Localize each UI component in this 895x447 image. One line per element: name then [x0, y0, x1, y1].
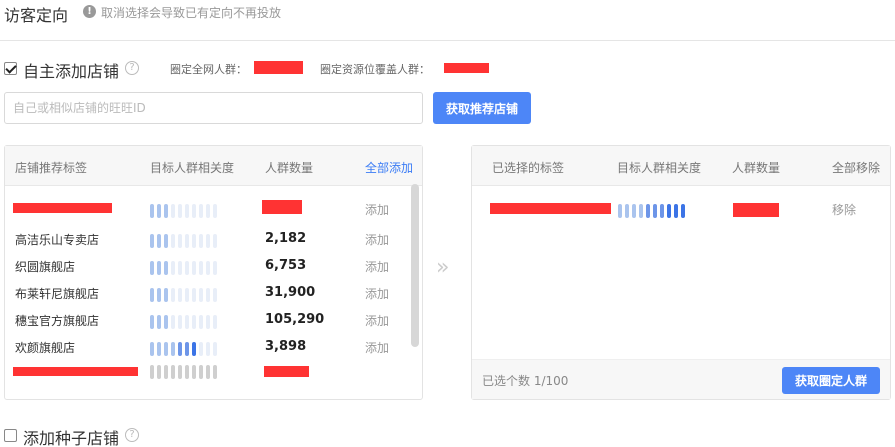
add-link[interactable]: 添加	[365, 258, 389, 275]
seed-shop-label: 添加种子店铺	[23, 429, 120, 447]
scrollbar[interactable]	[411, 184, 419, 347]
col-selected-tag: 已选择的标签	[492, 161, 565, 175]
header-divider	[0, 40, 895, 41]
table-row: 欢颜旗舰店 3,898 添加	[5, 334, 422, 361]
col-relevance: 目标人群相关度	[617, 161, 702, 175]
table-row: 添加	[5, 200, 422, 227]
get-recommended-shops-button[interactable]: 获取推荐店铺	[433, 92, 531, 124]
audience-count: 6,753	[265, 258, 307, 273]
table-row: 布莱轩尼旗舰店 31,900 添加	[5, 280, 422, 307]
redacted-shop-name	[13, 367, 138, 376]
add-link[interactable]: 添加	[365, 201, 389, 218]
table-row: 穗宝官方旗舰店 105,290 添加	[5, 307, 422, 334]
add-link[interactable]: 添加	[365, 312, 389, 329]
add-link[interactable]: 添加	[365, 339, 389, 356]
table-row: 移除	[472, 200, 890, 227]
self-add-checkbox[interactable]	[4, 62, 17, 75]
redacted-count	[262, 200, 302, 214]
add-link[interactable]: 添加	[365, 231, 389, 248]
relevance-bars	[150, 365, 217, 379]
table-row: 高洁乐山专卖店 2,182 添加	[5, 226, 422, 253]
add-link[interactable]: 添加	[365, 285, 389, 302]
shop-name: 欢颜旗舰店	[15, 341, 76, 355]
remove-all-link[interactable]: 全部移除	[832, 159, 880, 176]
audience-count: 105,290	[265, 312, 325, 327]
relevance-bars	[150, 342, 217, 356]
col-audience-count: 人群数量	[732, 161, 781, 175]
audience-count: 3,898	[265, 339, 307, 354]
selected-tags-panel: 已选择的标签 目标人群相关度 人群数量 全部移除 移除 已选个数 1/100 获…	[471, 145, 891, 400]
relevance-bars	[150, 288, 217, 302]
selected-tags-header: 已选择的标签 目标人群相关度 人群数量 全部移除	[472, 146, 890, 186]
self-add-label: 自主添加店铺	[23, 62, 120, 81]
fixed-network-label: 圈定全网人群：	[170, 63, 247, 76]
double-chevron-right-icon: »	[436, 255, 450, 280]
table-row	[5, 361, 422, 388]
shop-name: 穗宝官方旗舰店	[15, 314, 100, 328]
remove-link[interactable]: 移除	[832, 201, 856, 218]
relevance-bars	[150, 261, 217, 275]
selected-count: 已选个数 1/100	[482, 374, 569, 388]
table-row: 织圆旗舰店 6,753 添加	[5, 253, 422, 280]
redacted-tag-name	[490, 203, 611, 214]
shop-name: 高洁乐山专卖店	[15, 233, 100, 247]
redacted-network-count	[254, 61, 303, 74]
redacted-count	[264, 366, 309, 377]
add-all-link[interactable]: 全部添加	[365, 159, 413, 176]
fixed-resource-label: 圈定资源位覆盖人群：	[320, 63, 430, 76]
question-icon[interactable]: ?	[125, 61, 139, 75]
relevance-bars	[618, 204, 685, 218]
shop-name: 织圆旗舰店	[15, 260, 76, 274]
relevance-bars	[150, 204, 217, 218]
col-audience-count: 人群数量	[265, 161, 314, 175]
header-tip: 取消选择会导致已有定向不再投放	[101, 6, 282, 20]
redacted-resource-count	[444, 63, 489, 73]
relevance-bars	[150, 315, 217, 329]
get-fixed-audience-button[interactable]: 获取圈定人群	[782, 367, 880, 394]
seed-shop-checkbox[interactable]	[4, 429, 17, 442]
col-relevance: 目标人群相关度	[150, 161, 235, 175]
audience-count: 2,182	[265, 231, 307, 246]
relevance-bars	[150, 234, 217, 248]
audience-count: 31,900	[265, 285, 316, 300]
recommended-shops-header: 店铺推荐标签 目标人群相关度 人群数量 全部添加	[5, 146, 422, 186]
col-shop-tag: 店铺推荐标签	[15, 161, 88, 175]
selected-footer: 已选个数 1/100 获取圈定人群	[472, 359, 890, 399]
shop-name: 布莱轩尼旗舰店	[15, 287, 100, 301]
page-title: 访客定向	[4, 6, 69, 25]
redacted-count	[733, 203, 779, 217]
info-icon: !	[83, 5, 96, 18]
recommended-shops-panel: 店铺推荐标签 目标人群相关度 人群数量 全部添加 添加 高洁乐山专卖店 2,18…	[4, 145, 423, 400]
question-icon[interactable]: ?	[125, 428, 139, 442]
wangwang-id-input[interactable]	[4, 92, 423, 124]
redacted-shop-name	[13, 203, 112, 213]
